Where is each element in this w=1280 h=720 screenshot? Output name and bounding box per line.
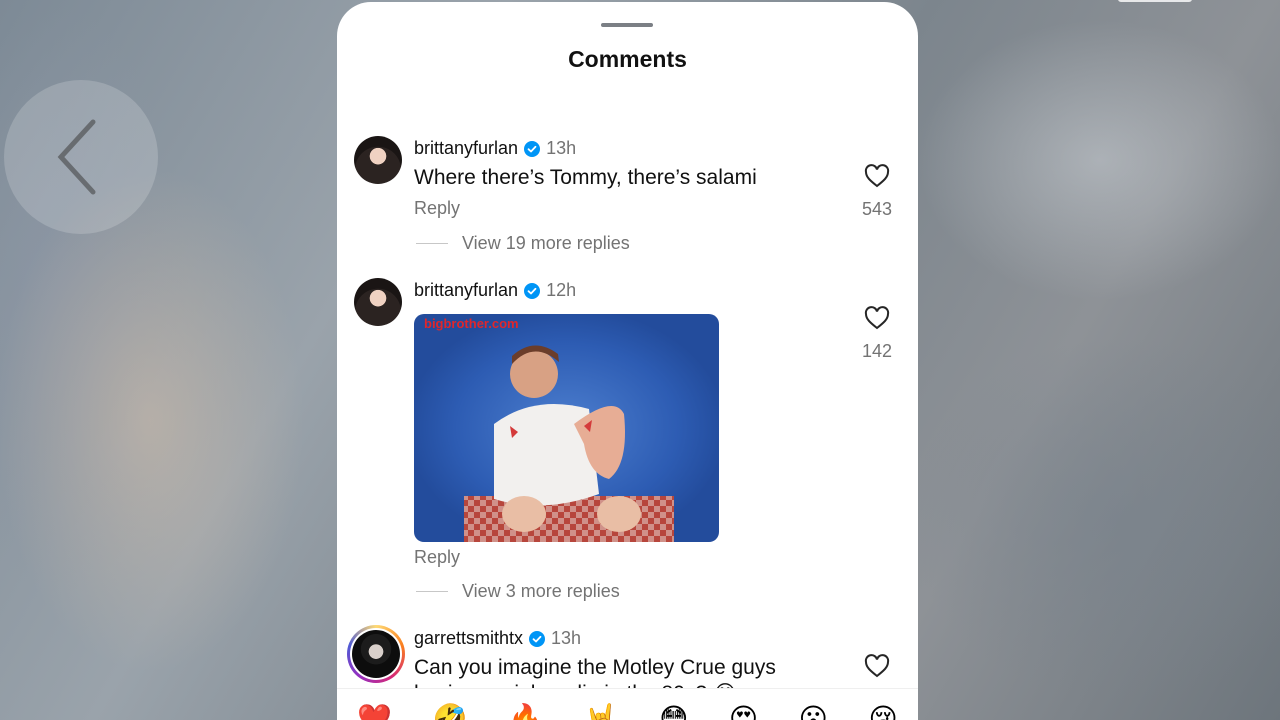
verified-badge-icon <box>524 140 541 157</box>
comment-text: Where there’s Tommy, there’s salami <box>414 166 757 189</box>
comment-username[interactable]: brittanyfurlan <box>414 280 518 301</box>
emoji-fire[interactable]: 🔥 <box>508 705 543 720</box>
view-more-replies-label: View 3 more replies <box>462 581 620 601</box>
comment-text: Can you imagine the Motley Crue guys <box>414 656 776 679</box>
emoji-laughing[interactable]: 🤣 <box>433 705 468 720</box>
comment-username[interactable]: brittanyfurlan <box>414 138 518 159</box>
chevron-left-icon <box>57 119 96 195</box>
divider-line <box>416 591 448 592</box>
comment-time: 13h <box>546 138 577 158</box>
emoji-sad[interactable]: 😢 <box>868 705 897 720</box>
divider-line <box>416 243 448 244</box>
comments-sheet: Comments brittanyfurlan 13h Where there’… <box>337 2 918 720</box>
comment-time: 12h <box>546 280 577 300</box>
avatar[interactable] <box>354 278 402 326</box>
comment-meta: brittanyfurlan 13h <box>414 138 576 159</box>
like-count: 543 <box>861 199 893 219</box>
emoji-heart-eyes[interactable]: 😍 <box>729 705 758 720</box>
like-control: 142 <box>857 306 897 362</box>
emoji-surprised[interactable]: 😮 <box>799 705 828 720</box>
gif-illustration <box>464 345 674 542</box>
view-more-replies[interactable]: View 19 more replies <box>416 233 630 254</box>
avatar[interactable] <box>347 625 405 683</box>
verified-badge-icon <box>524 282 541 299</box>
avatar-image <box>352 630 400 678</box>
heart-outline-icon[interactable] <box>864 654 890 678</box>
like-control: 543 <box>857 164 897 220</box>
avatar[interactable] <box>354 136 402 184</box>
avatar-ring-gap <box>350 628 402 680</box>
status-indicator <box>1118 0 1192 2</box>
like-control <box>857 654 897 683</box>
view-more-replies[interactable]: View 3 more replies <box>416 581 620 602</box>
emoji-flushed[interactable]: 😳 <box>659 705 688 720</box>
sheet-grabber[interactable] <box>601 23 653 27</box>
emoji-rock-on[interactable]: 🤘 <box>584 705 619 720</box>
view-more-replies-label: View 19 more replies <box>462 233 630 253</box>
heart-outline-icon[interactable] <box>864 164 890 188</box>
comment-gif[interactable]: bigbrother.com <box>414 314 719 542</box>
comment-username[interactable]: garrettsmithtx <box>414 628 523 649</box>
reply-button[interactable]: Reply <box>414 547 460 568</box>
back-button[interactable] <box>4 80 158 234</box>
emoji-reaction-bar: ❤️ 🤣 🔥 🤘 😳 😍 😮 😢 <box>337 688 918 720</box>
verified-badge-icon <box>529 630 546 647</box>
like-count: 142 <box>861 341 893 361</box>
comment-time: 13h <box>551 628 582 648</box>
comment-meta: brittanyfurlan 12h <box>414 280 576 301</box>
sheet-title: Comments <box>568 46 687 72</box>
heart-outline-icon[interactable] <box>864 306 890 330</box>
comment-meta: garrettsmithtx 13h <box>414 628 581 649</box>
reply-button[interactable]: Reply <box>414 198 460 219</box>
emoji-heart[interactable]: ❤️ <box>357 705 392 720</box>
